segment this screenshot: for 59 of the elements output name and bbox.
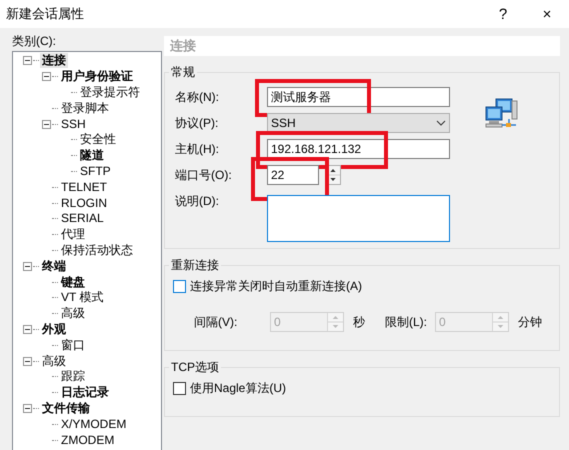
field-label: 名称(N): [174,88,220,106]
collapse-icon[interactable] [23,356,32,366]
collapse-icon[interactable] [23,262,32,271]
field-label: 主机(H): [174,140,220,158]
tree-item[interactable]: 终端 [40,258,68,274]
unit-label: 秒 [353,314,365,330]
window-title: 新建会话属性 [6,5,85,23]
help-button[interactable]: ? [481,0,525,29]
collapse-icon[interactable] [42,72,51,82]
tree-item[interactable]: 连接 [40,53,68,68]
tree-item[interactable]: 登录提示符 [78,84,142,100]
tree-item[interactable]: 窗口 [59,338,87,353]
category-label: 类别(C): [12,33,56,50]
field-label: 限制(L): [385,314,428,330]
tree-item[interactable]: TELNET [59,180,110,195]
checkbox[interactable] [173,382,186,394]
port-field[interactable]: 22 [267,165,319,185]
tree-item[interactable]: 安全性 [78,132,118,148]
tree-item[interactable]: 高级 [59,306,87,322]
group-title: 常规 [170,64,196,81]
tree-item[interactable]: 保持活动状态 [59,242,135,258]
tree-item[interactable]: SFTP [78,164,113,179]
collapse-icon[interactable] [23,56,32,66]
group-title: TCP选项 [170,359,220,376]
field-label: 协议(P): [174,114,220,132]
tree-item[interactable]: 代理 [59,227,87,242]
tree-item[interactable]: 登录脚本 [59,100,111,116]
field-label: 间隔(V): [194,314,238,330]
section-header: 连接 [164,36,560,56]
checkbox[interactable] [173,280,186,292]
tree-item[interactable]: 用户身份验证 [59,69,135,84]
close-button[interactable]: × [525,0,569,29]
tree-item[interactable]: 日志记录 [59,385,111,400]
tree-item[interactable]: 跟踪 [59,369,87,384]
tree-item[interactable]: 隧道 [78,148,106,164]
collapse-icon[interactable] [23,324,32,334]
tree-item[interactable]: 高级 [40,354,68,369]
protocol-dropdown[interactable]: SSH [267,113,450,133]
tree-item[interactable]: 键盘 [59,274,87,290]
tree-item[interactable]: SSH [59,116,88,132]
description-field[interactable] [267,195,450,242]
tree-item[interactable]: ZMODEM [59,432,116,448]
checkbox-label[interactable]: 连接异常关闭时自动重新连接(A) [190,278,362,294]
unit-label: 分钟 [518,314,542,330]
tree-item[interactable]: 文件传输 [40,400,92,416]
collapse-icon[interactable] [42,120,51,129]
field-label: 说明(D): [174,192,220,210]
group-title: 重新连接 [170,257,220,274]
field-label: 端口号(O): [174,166,233,184]
chevron-icon [436,120,446,126]
tree-item[interactable]: SERIAL [59,211,106,226]
checkbox-label[interactable]: 使用Nagle算法(U) [190,380,286,396]
tree-item[interactable]: RLOGIN [59,196,110,211]
tree-item[interactable]: 外观 [40,322,68,337]
tree-item[interactable]: VT 模式 [59,290,106,306]
collapse-icon[interactable] [23,404,32,413]
tree-item[interactable]: X/YMODEM [59,416,128,432]
text-field[interactable]: 192.168.121.132 [267,139,450,159]
text-field[interactable]: 测试服务器 [267,87,450,107]
